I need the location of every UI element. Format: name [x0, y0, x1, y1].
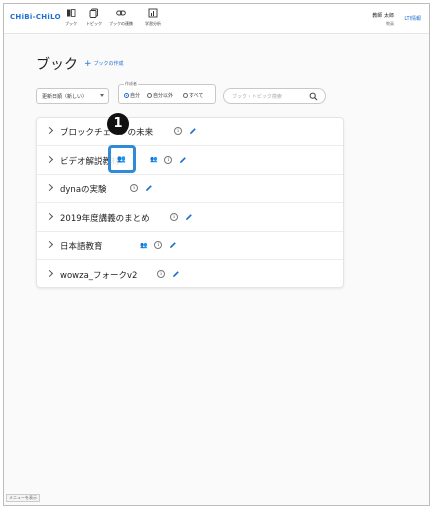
info-icon[interactable]: i [154, 241, 163, 249]
book-actions: 👥 i [150, 155, 187, 164]
radio-selected-icon [124, 93, 129, 98]
nav-analytics[interactable]: 学習分析 [145, 8, 161, 27]
book-icon [67, 9, 76, 17]
book-title: 日本語教育 [60, 242, 103, 252]
shared-icon: 👥 [150, 156, 158, 163]
chevron-right-icon[interactable] [45, 126, 54, 135]
lti-info-link[interactable]: LTI情報 [404, 15, 421, 22]
show-menu-button[interactable]: メニューを表示 [6, 494, 40, 502]
user-role: 教員 [386, 21, 394, 26]
chevron-right-icon[interactable] [45, 183, 54, 192]
edit-icon[interactable] [169, 241, 177, 249]
book-list: ブロックチェーンの未来 i ビデオ解説教材 👥 i dynaの実験 i 2019年度講義のまと… [36, 117, 344, 288]
book-row[interactable]: ビデオ解説教材 👥 i [37, 147, 343, 175]
book-actions: 👥 i [140, 241, 177, 249]
book-actions: i [174, 127, 197, 135]
book-actions: i [157, 269, 180, 278]
book-row[interactable]: ブロックチェーンの未来 i [37, 118, 343, 146]
book-actions: i [130, 184, 153, 192]
app-logo[interactable]: CHiBi-CHiLO [10, 13, 61, 21]
book-row[interactable]: wowza_フォークv2 i [37, 261, 343, 289]
topic-icon [89, 8, 98, 18]
info-icon[interactable]: i [157, 269, 165, 278]
shared-icon: 👥 [140, 241, 148, 249]
book-title: dynaの実験 [60, 185, 107, 195]
sort-select[interactable]: 更新日順（新しい） [36, 88, 109, 104]
sort-value: 更新日順（新しい） [42, 94, 88, 100]
book-row[interactable]: dynaの実験 i [37, 175, 343, 203]
book-actions: i [170, 212, 193, 221]
create-book-button[interactable]: + ブックの作成 [84, 59, 124, 69]
shared-icon: 👥 [117, 155, 126, 163]
nav-analytics-label: 学習分析 [145, 21, 161, 26]
nav-topics[interactable]: トピック [86, 8, 102, 27]
radio-all-label: すべて [189, 93, 204, 99]
info-icon[interactable]: i [164, 155, 173, 164]
nav-books[interactable]: ブック [65, 8, 77, 27]
nav-book-links[interactable]: ブックの連携 [109, 8, 133, 27]
creator-legend: 作成者 [124, 81, 138, 87]
annotation-highlight-box: 👥 [108, 145, 136, 173]
top-app-bar: CHiBi-CHiLO ブック トピック ブックの連携 学習分析 教師 太郎 教… [4, 4, 429, 34]
radio-others[interactable]: 自分以外 [147, 92, 173, 99]
search-placeholder: ブック・トピック検索 [232, 94, 282, 100]
nav-topics-label: トピック [86, 21, 102, 26]
edit-icon[interactable] [189, 127, 197, 135]
radio-others-label: 自分以外 [153, 93, 174, 99]
analytics-icon [148, 8, 158, 18]
info-icon[interactable]: i [174, 127, 182, 135]
book-title: ブロックチェーンの未来 [60, 128, 154, 138]
nav-book-links-label: ブックの連携 [109, 21, 133, 26]
search-icon[interactable] [309, 92, 318, 101]
edit-icon[interactable] [145, 184, 153, 192]
chevron-right-icon[interactable] [45, 269, 54, 277]
creator-filter: 作成者 自分 自分以外 すべて [118, 81, 216, 104]
info-icon[interactable]: i [170, 212, 178, 221]
create-book-label: ブックの作成 [93, 61, 124, 67]
chevron-down-icon [100, 94, 104, 97]
radio-unselected-icon [147, 93, 152, 98]
radio-unselected-icon [183, 93, 188, 98]
search-input[interactable]: ブック・トピック検索 [223, 88, 326, 104]
chevron-right-icon[interactable] [45, 240, 54, 249]
book-title: 2019年度講義のまとめ [60, 213, 150, 224]
radio-mine-label: 自分 [130, 93, 141, 99]
user-info[interactable]: 教師 太郎 教員 [372, 12, 394, 27]
edit-icon[interactable] [179, 156, 187, 164]
app-window: CHiBi-CHiLO ブック トピック ブックの連携 学習分析 教師 太郎 教… [3, 3, 430, 506]
edit-icon[interactable] [172, 270, 180, 278]
user-name: 教師 太郎 [372, 13, 394, 19]
edit-icon[interactable] [185, 213, 193, 221]
info-icon[interactable]: i [130, 184, 138, 192]
book-title: wowza_フォークv2 [60, 270, 138, 281]
plus-icon: + [84, 59, 92, 69]
chevron-right-icon[interactable] [45, 155, 54, 163]
book-row[interactable]: 2019年度講義のまとめ i [37, 204, 343, 232]
radio-all[interactable]: すべて [183, 92, 203, 99]
page-title: ブック [36, 57, 78, 73]
link-icon [116, 10, 126, 16]
nav-books-label: ブック [65, 21, 77, 26]
radio-mine[interactable]: 自分 [124, 92, 140, 99]
chevron-right-icon[interactable] [45, 212, 54, 220]
annotation-number-badge: 1 [107, 113, 129, 135]
book-row[interactable]: 日本語教育 👥 i [37, 232, 343, 260]
